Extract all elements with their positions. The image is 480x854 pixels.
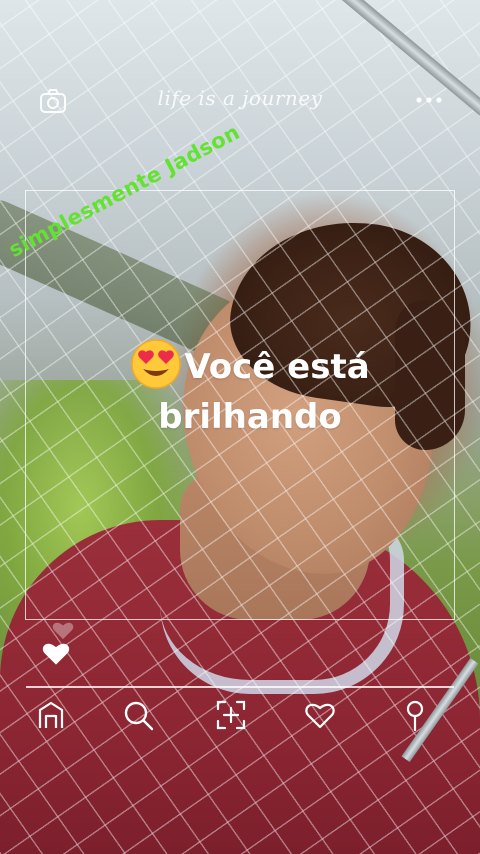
more-icon[interactable]: [414, 90, 444, 110]
brand-script-text: life is a journey: [157, 86, 323, 110]
profile-icon[interactable]: [398, 698, 432, 732]
add-icon[interactable]: [214, 698, 248, 732]
heart-ghost-icon: [52, 620, 74, 640]
camera-icon[interactable]: [38, 86, 68, 116]
caption-line2: brilhando: [158, 397, 342, 437]
bottom-nav: [0, 698, 480, 738]
caption: Você está brilhando: [100, 338, 400, 442]
divider: [26, 686, 454, 688]
caption-line1: Você está: [184, 347, 370, 387]
home-icon[interactable]: [34, 698, 68, 732]
heart-outline-icon[interactable]: [303, 698, 337, 732]
top-bar: life is a journey: [0, 78, 480, 126]
heart-eyes-emoji: [130, 338, 182, 390]
heart-icon[interactable]: [42, 640, 70, 666]
search-icon[interactable]: [121, 698, 155, 732]
